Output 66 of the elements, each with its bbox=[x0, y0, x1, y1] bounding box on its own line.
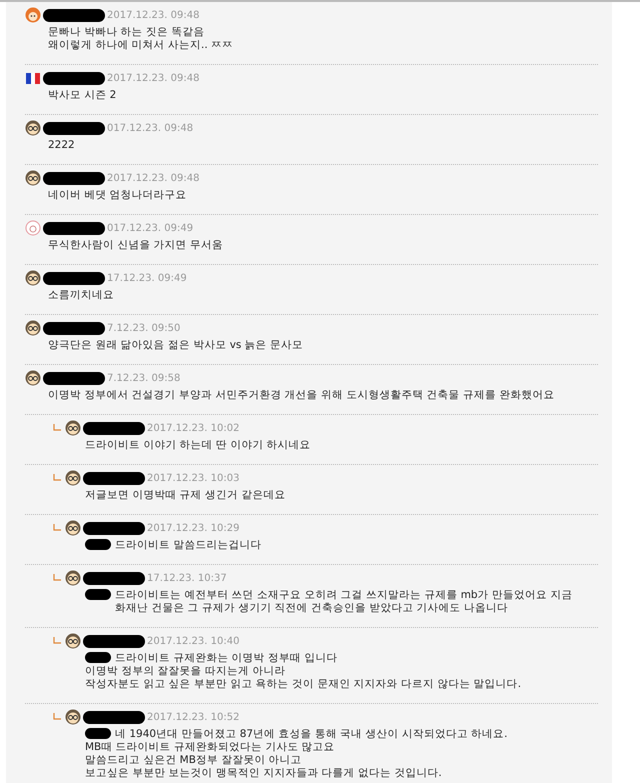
comment-text: 네이버 베댓 엄청나더라구요 bbox=[48, 189, 187, 202]
comment-time: 2017.12.23. 10:40 bbox=[147, 634, 240, 648]
redaction-mark bbox=[43, 172, 105, 184]
comment-text: 무식한사람이 신념을 가지면 무서움 bbox=[48, 239, 224, 252]
avatar-icon bbox=[25, 370, 41, 386]
flag-icon bbox=[26, 72, 40, 84]
comment-text: 보고싶은 부분만 보는것이 맹목적인 지지자들과 다를게 없다는 것입니다. bbox=[85, 767, 442, 780]
avatar-icon bbox=[25, 7, 41, 23]
comment-time: 17.12.23. 09:49 bbox=[107, 272, 187, 286]
comment-text: MB때 드라이비트 규제완화되었다는 기사도 많고요 bbox=[85, 741, 335, 754]
redaction-mark bbox=[83, 634, 145, 648]
comment-text: 드라이비트 규제완화는 이명박 정부때 입니다 bbox=[115, 652, 338, 665]
avatar-icon bbox=[25, 270, 41, 286]
comment-text: 드라이비트 이야기 하는데 딴 이야기 하시네요 bbox=[85, 439, 311, 452]
redaction-mark bbox=[43, 372, 105, 384]
comment-text: 드라이비트는 예전부터 쓰던 소재구요 오히려 그걸 쓰지말라는 규제를 mb가 만들었어요 지금 화재난 건물은 그 규제가 생기기 직전에 건축승인을 받았다고 기사에도 나옵니다 bbox=[115, 589, 574, 615]
comment-text: 이명박 정부에서 건설경기 부양과 서민주거환경 개선을 위해 도시형생활주택 건축물 규제를 완화했어요 bbox=[48, 389, 554, 402]
comment-time: 2017.12.23. 10:03 bbox=[147, 472, 240, 486]
redaction-mark bbox=[83, 572, 145, 584]
redaction-mark bbox=[85, 652, 111, 663]
redaction-mark bbox=[83, 710, 145, 724]
redaction-mark bbox=[43, 322, 105, 334]
redaction-mark bbox=[43, 272, 105, 284]
comment-time: 17.12.23. 10:37 bbox=[147, 572, 227, 586]
avatar-icon bbox=[65, 420, 81, 436]
comment-text: 작성자분도 읽고 싶은 부분만 읽고 욕하는 것이 문재인 지지자와 다르지 않다는 말입니다. bbox=[85, 678, 522, 691]
redaction-mark bbox=[43, 122, 105, 134]
comment-time: 2017.12.23. 09:48 bbox=[107, 72, 200, 86]
comment-text: 말씀드리고 싶은건 MB정부 잘잘못이 아니고 bbox=[85, 754, 302, 767]
comment-text: 박사모 시즌 2 bbox=[48, 89, 116, 102]
avatar-icon bbox=[25, 220, 41, 236]
redaction-mark bbox=[85, 539, 111, 550]
avatar-icon bbox=[25, 170, 41, 186]
comment-text: 소름끼치네요 bbox=[48, 289, 114, 302]
comment-time: 017.12.23. 09:48 bbox=[107, 122, 194, 136]
avatar-icon bbox=[65, 709, 81, 725]
comment-text: 이명박 정부의 잘잘못을 따지는게 아니라 bbox=[85, 665, 286, 678]
redaction-mark bbox=[43, 222, 105, 234]
comment-time: 2017.12.23. 09:48 bbox=[107, 8, 200, 22]
comment-text: 문빠나 박빠나 하는 짓은 똑같음 bbox=[48, 26, 204, 39]
redaction-mark bbox=[85, 589, 111, 600]
comment-time: 2017.12.23. 10:02 bbox=[147, 422, 240, 436]
comment-text: 2222 bbox=[48, 139, 75, 152]
avatar-icon bbox=[25, 320, 41, 336]
comment-time: 017.12.23. 09:49 bbox=[107, 222, 194, 236]
redaction-mark bbox=[43, 8, 105, 22]
comment-text: 네 1940년대 만들어졌고 87년에 효성을 통해 국내 생산이 시작되었다고 하네요. bbox=[115, 728, 508, 741]
comment-text: 드라이비트 말씀드리는겁니다 bbox=[115, 539, 262, 552]
avatar-icon bbox=[65, 633, 81, 649]
redaction-mark bbox=[83, 522, 145, 534]
comment-time: 2017.12.23. 09:48 bbox=[107, 172, 200, 186]
comment-text: 저글보면 이명박때 규제 생긴거 같은데요 bbox=[85, 489, 286, 502]
avatar-icon bbox=[65, 470, 81, 486]
comment-time: 2017.12.23. 10:52 bbox=[147, 710, 240, 724]
redaction-mark bbox=[83, 472, 145, 484]
avatar-icon bbox=[25, 120, 41, 136]
comment-text: 양극단은 원래 닮아있음 젊은 박사모 vs 늙은 문사모 bbox=[48, 339, 304, 352]
redaction-mark bbox=[43, 72, 105, 84]
redaction-mark bbox=[85, 728, 111, 739]
avatar-icon bbox=[65, 570, 81, 586]
comment-time: 7.12.23. 09:58 bbox=[107, 372, 180, 386]
redaction-mark bbox=[83, 422, 145, 434]
avatar-icon bbox=[65, 520, 81, 536]
comment-text: 왜이렇게 하나에 미쳐서 사는지.. ㅉㅉ bbox=[48, 39, 234, 52]
comment-time: 7.12.23. 09:50 bbox=[107, 322, 180, 336]
comment-time: 2017.12.23. 10:29 bbox=[147, 522, 240, 536]
